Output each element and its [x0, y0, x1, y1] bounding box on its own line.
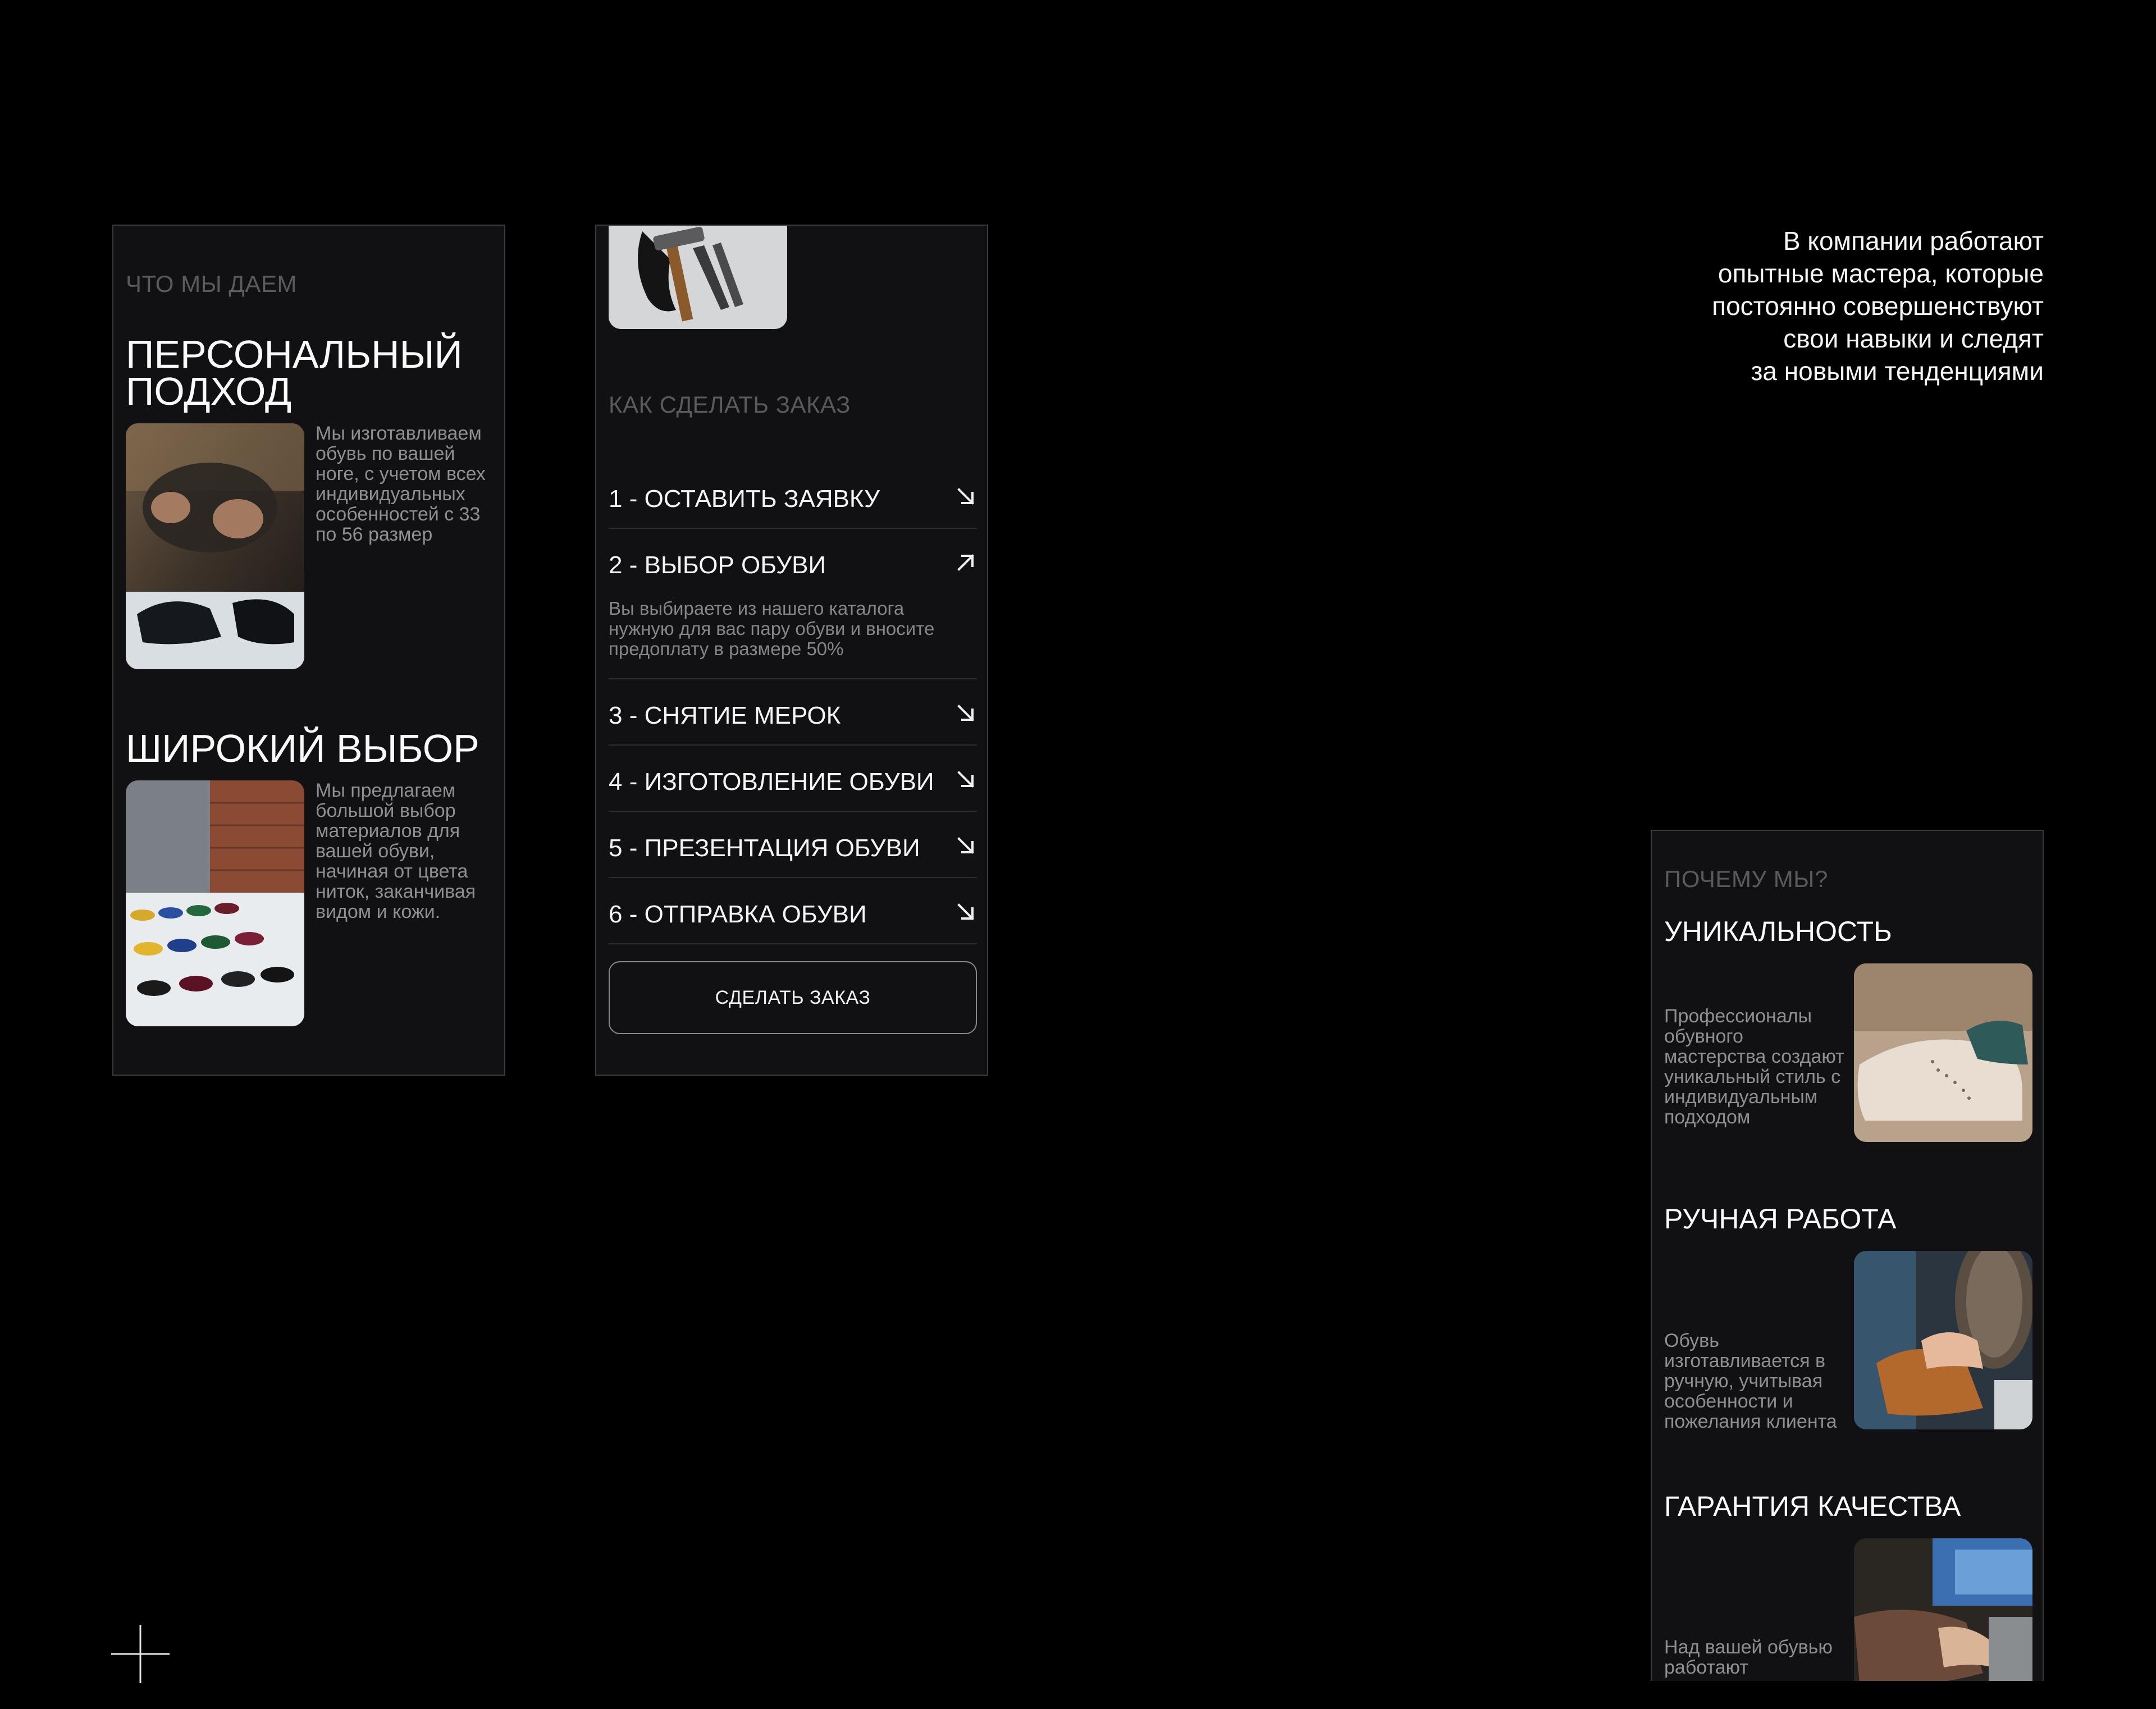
arrow-down-right-icon	[957, 837, 974, 854]
offer-card: ЧТО МЫ ДАЕМ ПЕРСОНАЛЬНЫЙ ПОДХОД Мы изгот…	[112, 225, 505, 1076]
step-label: 6 - ОТПРАВКА ОБУВИ	[609, 901, 867, 928]
step-label: 1 - ОСТАВИТЬ ЗАЯВКУ	[609, 485, 880, 513]
quote-line: постоянно совершенствуют	[1712, 291, 2044, 321]
feature-title: ПЕРСОНАЛЬНЫЙ ПОДХОД	[126, 332, 463, 413]
shoe-display-photo	[126, 780, 304, 1026]
step-item-expanded[interactable]: 2 - ВЫБОР ОБУВИ Вы выбираете из нашего к…	[609, 528, 977, 679]
quality-photo	[1854, 1538, 2032, 1681]
feature-title: ГАРАНТИЯ КАЧЕСТВА	[1664, 1491, 1961, 1522]
quote-line: В компании работают	[1783, 226, 2044, 255]
feature-description: Обувь изготавливается в ручную, учитывая…	[1664, 1330, 1837, 1432]
feature-description: Над вашей обувью работают	[1664, 1637, 1833, 1678]
feature-title: УНИКАЛЬНОСТЬ	[1664, 916, 1892, 947]
tools-photo	[609, 226, 787, 329]
order-card: КАК СДЕЛАТЬ ЗАКАЗ 1 - ОСТАВИТЬ ЗАЯВКУ 2 …	[595, 225, 988, 1076]
step-item[interactable]: 1 - ОСТАВИТЬ ЗАЯВКУ	[609, 461, 977, 529]
shoemaker-photo	[126, 423, 304, 669]
step-item[interactable]: 4 - ИЗГОТОВЛЕНИЕ ОБУВИ	[609, 744, 977, 812]
section-label: ПОЧЕМУ МЫ?	[1664, 866, 1828, 892]
feature-title: РУЧНАЯ РАБОТА	[1664, 1203, 1897, 1235]
why-us-card: ПОЧЕМУ МЫ? УНИКАЛЬНОСТЬ Профессионалы об…	[1651, 830, 2044, 1681]
arrow-up-right-icon	[957, 554, 974, 571]
step-label: 2 - ВЫБОР ОБУВИ	[609, 551, 826, 579]
arrow-down-right-icon	[957, 488, 974, 505]
feature-description: Мы изготавливаем обувь по вашей ноге, с …	[316, 423, 486, 545]
feature-description: Мы предлагаем большой выбор материалов д…	[316, 780, 476, 922]
quote-line: за новыми тенденциями	[1751, 357, 2044, 386]
step-item[interactable]: 6 - ОТПРАВКА ОБУВИ	[609, 877, 977, 944]
step-label: 5 - ПРЕЗЕНТАЦИЯ ОБУВИ	[609, 834, 920, 862]
section-label: КАК СДЕЛАТЬ ЗАКАЗ	[609, 391, 851, 418]
feature-title-line: ПЕРСОНАЛЬНЫЙ	[126, 332, 463, 376]
step-item[interactable]: 3 - СНЯТИЕ МЕРОК	[609, 678, 977, 746]
masters-quote: В компании работают опытные мастера, кот…	[1639, 225, 2044, 387]
arrow-down-right-icon	[957, 903, 974, 920]
feature-description: Профессионалы обувного мастерства создаю…	[1664, 1006, 1844, 1128]
arrow-down-right-icon	[957, 771, 974, 788]
feature-title-line: ПОДХОД	[126, 369, 292, 413]
feature-title: ШИРОКИЙ ВЫБОР	[126, 726, 479, 770]
section-label: ЧТО МЫ ДАЕМ	[126, 271, 297, 297]
plus-crosshair-icon	[111, 1625, 170, 1683]
grinding-photo	[1854, 1251, 2032, 1429]
step-description: Вы выбираете из нашего каталога нужную д…	[609, 598, 935, 659]
step-label: 3 - СНЯТИЕ МЕРОК	[609, 702, 841, 729]
make-order-button[interactable]: СДЕЛАТЬ ЗАКАЗ	[609, 961, 977, 1034]
quote-line: опытные мастера, которые	[1718, 259, 2044, 288]
arrow-down-right-icon	[957, 705, 974, 721]
shoe-last-photo	[1854, 963, 2032, 1142]
step-label: 4 - ИЗГОТОВЛЕНИЕ ОБУВИ	[609, 768, 934, 796]
quote-line: свои навыки и следят	[1783, 324, 2044, 353]
step-item[interactable]: 5 - ПРЕЗЕНТАЦИЯ ОБУВИ	[609, 811, 977, 878]
